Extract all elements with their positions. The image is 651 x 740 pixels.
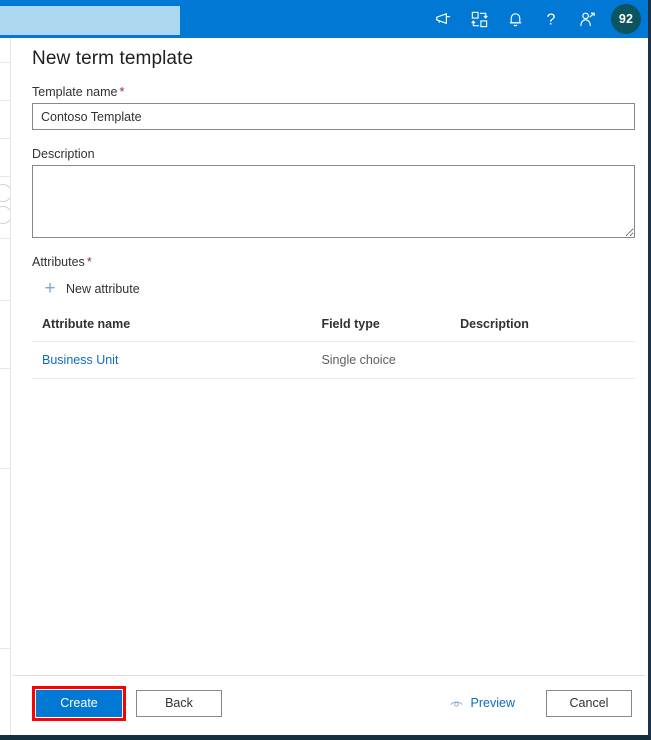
new-attribute-button[interactable]: + New attribute: [40, 275, 142, 302]
background-page-strip: [0, 38, 11, 735]
person-settings-icon[interactable]: [570, 0, 604, 38]
description-field: Description: [32, 147, 635, 238]
topbar-icon-group: ? 92: [426, 0, 644, 38]
create-button[interactable]: Create: [36, 689, 122, 717]
user-avatar[interactable]: 92: [611, 4, 641, 34]
attributes-label-text: Attributes: [32, 255, 85, 269]
table-row: Business Unit Single choice: [32, 341, 635, 379]
template-name-field: Template name *: [32, 85, 635, 130]
question-mark-icon[interactable]: ?: [534, 0, 568, 38]
template-name-label: Template name *: [32, 85, 635, 99]
global-search-input[interactable]: [0, 6, 180, 35]
sync-transfer-icon[interactable]: [462, 0, 496, 38]
plus-icon: +: [44, 278, 56, 299]
table-header-row: Attribute name Field type Description: [32, 314, 635, 342]
attributes-label: Attributes *: [32, 255, 635, 269]
cell-field-type: Single choice: [321, 341, 461, 379]
attributes-table: Attribute name Field type Description Bu…: [32, 314, 635, 379]
column-header-attribute-name[interactable]: Attribute name: [32, 314, 322, 342]
bell-icon[interactable]: [498, 0, 532, 38]
new-term-template-panel: New term template Template name* Descrip…: [12, 38, 648, 735]
template-name-input[interactable]: [32, 103, 635, 130]
page-title: New term template: [32, 48, 194, 69]
cell-attribute-name: Business Unit: [32, 341, 322, 379]
footer-inner: Create Back Preview Cancel: [32, 676, 632, 730]
attributes-table-head: Attribute name Field type Description: [32, 314, 635, 342]
cell-description: [460, 341, 635, 379]
description-textarea[interactable]: [32, 165, 635, 238]
top-command-bar: ? 92: [0, 0, 648, 38]
attribute-name-link[interactable]: Business Unit: [42, 353, 118, 367]
column-header-field-type[interactable]: Field type: [321, 314, 461, 342]
preview-label: Preview: [470, 696, 515, 710]
required-asterisk: *: [119, 85, 125, 99]
app-window: ? 92 New term template Template name * C…: [0, 0, 651, 740]
create-button-highlight: Create: [32, 685, 126, 721]
megaphone-icon[interactable]: [426, 0, 460, 38]
back-button[interactable]: Back: [136, 689, 222, 717]
form-area: Template name* Description Attributes* +…: [32, 85, 635, 379]
template-name-label-text: Template name: [32, 85, 118, 99]
eye-icon: [449, 696, 464, 711]
svg-text:?: ?: [547, 12, 556, 29]
panel-footer: Create Back Preview Cancel: [12, 675, 645, 730]
attributes-section: Attributes * + New attribute Attribute na…: [32, 255, 635, 379]
description-label: Description: [32, 147, 95, 161]
cancel-button[interactable]: Cancel: [546, 689, 632, 717]
preview-button[interactable]: Preview: [443, 695, 521, 712]
column-header-description[interactable]: Description: [460, 314, 635, 342]
attributes-table-body: Business Unit Single choice: [32, 341, 635, 379]
new-attribute-label: New attribute: [66, 281, 140, 296]
required-asterisk: *: [86, 255, 92, 269]
